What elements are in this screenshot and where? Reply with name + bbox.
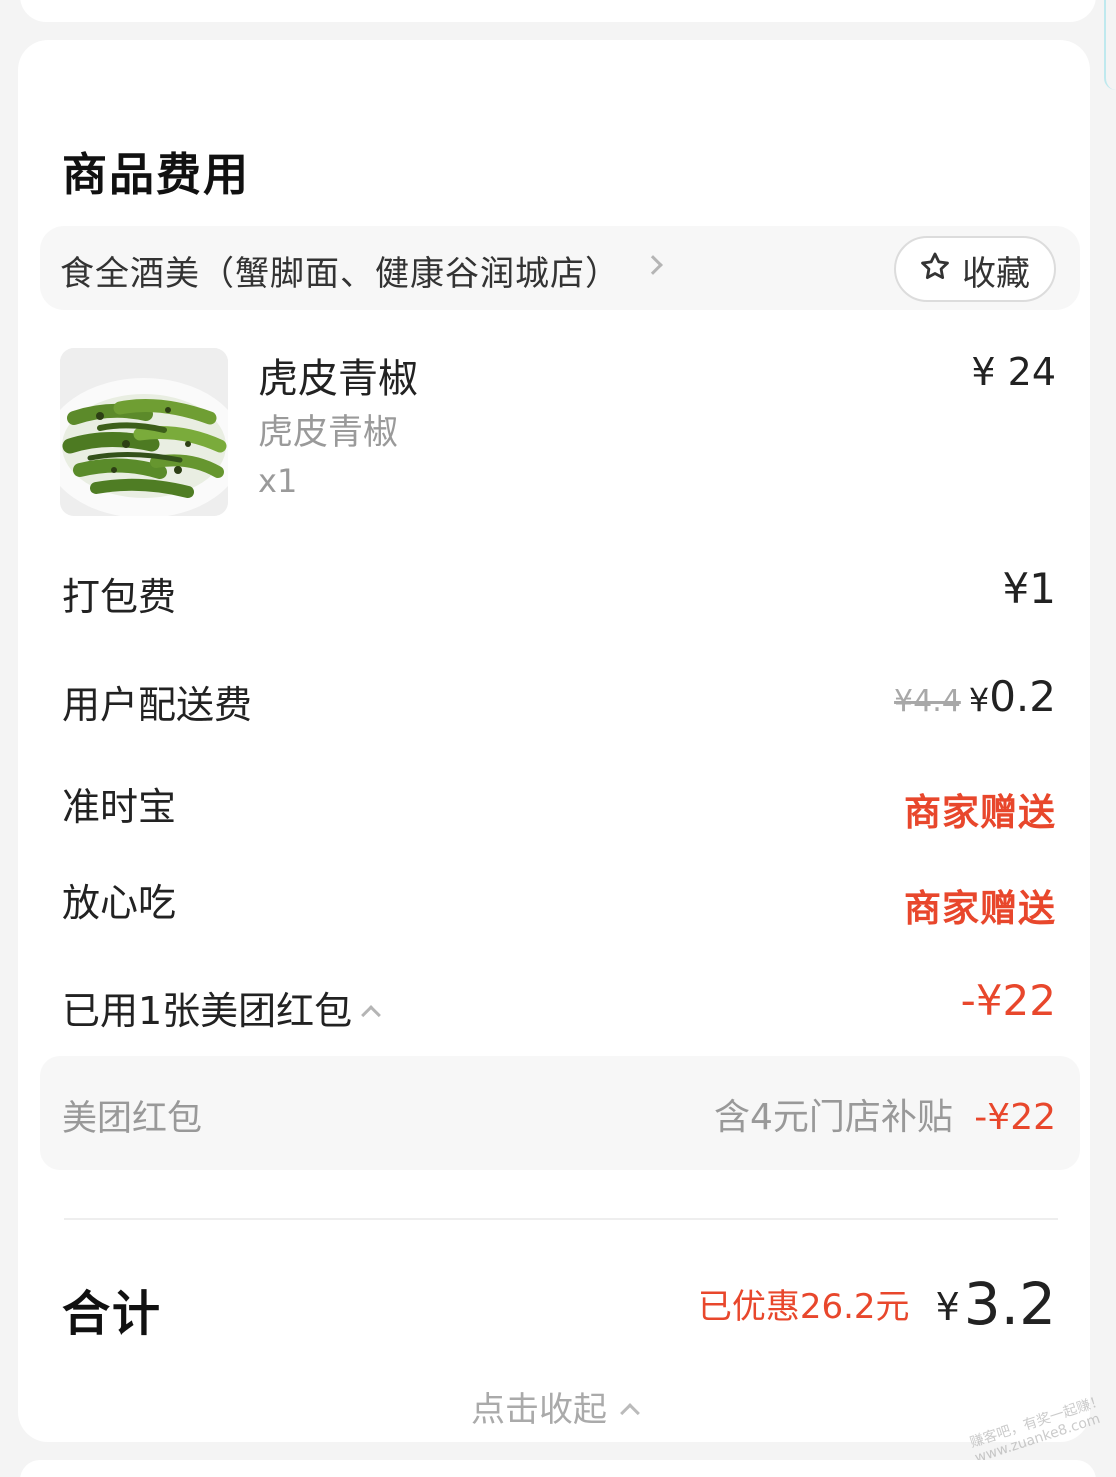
packing-fee-value: ¥1	[1002, 564, 1056, 613]
delivery-price: 0.2	[989, 672, 1056, 721]
next-card	[20, 1460, 1096, 1477]
total-yen: ¥	[935, 1285, 960, 1329]
redpacket-label[interactable]: 已用1张美团红包	[62, 989, 352, 1033]
coupon-label: 美团红包	[62, 1099, 203, 1139]
chevron-up-icon[interactable]	[620, 1402, 640, 1423]
ontime-label: 准时宝	[62, 785, 177, 829]
saved-amount: 已优惠26.2元	[697, 1287, 910, 1327]
dish-price: ¥ 24	[971, 350, 1056, 394]
delivery-original-price: ¥4.4	[894, 684, 961, 719]
assured-value: 商家赠送	[904, 887, 1056, 930]
redpacket-value: -¥22	[960, 976, 1056, 1025]
delivery-yen: ¥	[968, 681, 990, 719]
total-label: 合计	[62, 1286, 163, 1342]
total-value: 已优惠26.2元 ¥3.2	[698, 1270, 1056, 1338]
packing-fee-label: 打包费	[62, 575, 177, 619]
favorite-label[interactable]: 收藏	[962, 246, 1030, 295]
collapse-label[interactable]: 点击收起	[471, 1390, 607, 1430]
delivery-fee-value: ¥4.4 ¥0.2	[894, 672, 1056, 721]
chevron-up-icon[interactable]	[361, 1004, 382, 1025]
previous-card	[20, 0, 1096, 22]
assured-label: 放心吃	[62, 881, 177, 925]
scroll-edge	[1104, 0, 1116, 90]
redpacket-toggle[interactable]: 已用1张美团红包	[62, 980, 382, 1035]
ontime-value: 商家赠送	[904, 791, 1056, 834]
coupon-amount: -¥22	[974, 1097, 1056, 1138]
dish-image	[60, 348, 228, 516]
dish-name: 虎皮青椒	[258, 356, 418, 402]
section-title: 商品费用	[62, 148, 251, 201]
coupon-value: 含4元门店补贴 -¥22	[714, 1088, 1056, 1140]
store-name[interactable]: 食全酒美（蟹脚面、健康谷润城店）	[60, 246, 620, 295]
star-outline-icon[interactable]	[918, 250, 952, 284]
collapse-button[interactable]: 点击收起	[18, 1382, 1090, 1431]
coupon-note: 含4元门店补贴	[713, 1097, 953, 1138]
delivery-fee-label: 用户配送费	[62, 683, 253, 727]
total-amount: 3.2	[963, 1270, 1056, 1338]
fee-card: 商品费用 食全酒美（蟹脚面、健康谷润城店） 收藏 虎皮青椒 虎皮青椒 x1 ¥ …	[18, 40, 1106, 1466]
dish-spec: 虎皮青椒	[258, 413, 399, 453]
divider	[64, 1218, 1058, 1220]
dish-quantity: x1	[258, 462, 298, 500]
